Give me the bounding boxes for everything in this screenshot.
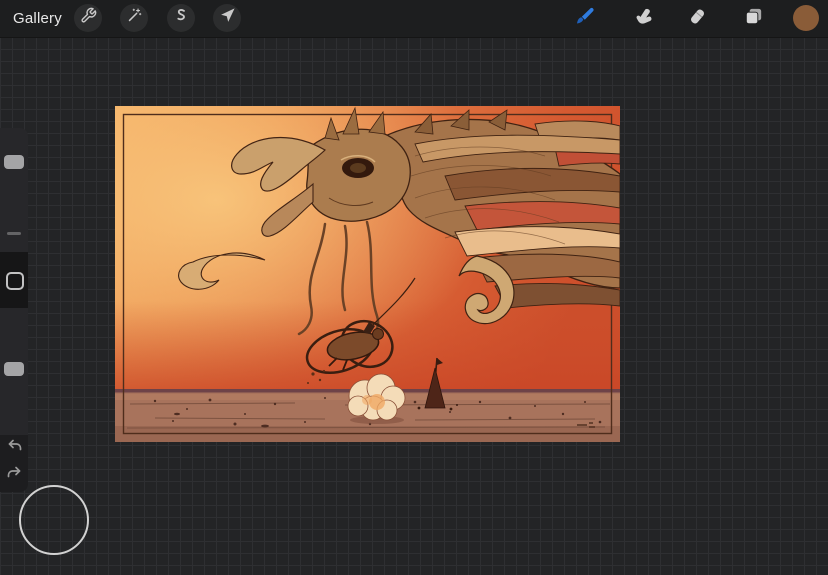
opacity-handle[interactable]: [4, 362, 24, 376]
transform-button[interactable]: [213, 4, 241, 32]
top-toolbar: Gallery: [0, 0, 828, 38]
canvas-workspace[interactable]: [0, 37, 828, 575]
layers-button[interactable]: [740, 6, 766, 32]
brush-sidebar: [0, 128, 28, 492]
brush-icon: [573, 5, 597, 34]
brush-size-slider[interactable]: [0, 128, 28, 252]
redo-icon: [6, 464, 23, 486]
adjustments-button[interactable]: [120, 4, 148, 32]
smudge-tool-button[interactable]: [630, 6, 656, 32]
slider-tick: [7, 232, 21, 235]
actions-button[interactable]: [74, 4, 102, 32]
color-swatch[interactable]: [793, 5, 819, 31]
layers-icon: [742, 5, 765, 33]
opacity-slider[interactable]: [0, 308, 28, 435]
brush-size-handle[interactable]: [4, 155, 24, 169]
artwork-illustration: [115, 106, 620, 442]
brush-cursor-circle: [19, 485, 89, 555]
sidebar-mid: [0, 252, 28, 308]
magic-wand-icon: [126, 7, 143, 29]
erase-tool-button[interactable]: [684, 6, 710, 32]
selection-button[interactable]: [167, 4, 195, 32]
finger-icon: [632, 5, 655, 33]
undo-button[interactable]: [5, 439, 23, 457]
undo-icon: [6, 437, 23, 459]
arrow-cursor-icon: [219, 7, 236, 29]
eraser-icon: [686, 5, 709, 33]
modify-button[interactable]: [6, 272, 24, 290]
s-curve-icon: [173, 7, 190, 29]
gallery-button[interactable]: Gallery: [13, 10, 62, 27]
paint-tool-button[interactable]: [572, 6, 598, 32]
procreate-window: Gallery: [0, 0, 828, 575]
undo-redo-section: [0, 435, 28, 492]
redo-button[interactable]: [5, 466, 23, 484]
wrench-icon: [80, 7, 97, 29]
artwork-canvas[interactable]: [115, 106, 620, 442]
